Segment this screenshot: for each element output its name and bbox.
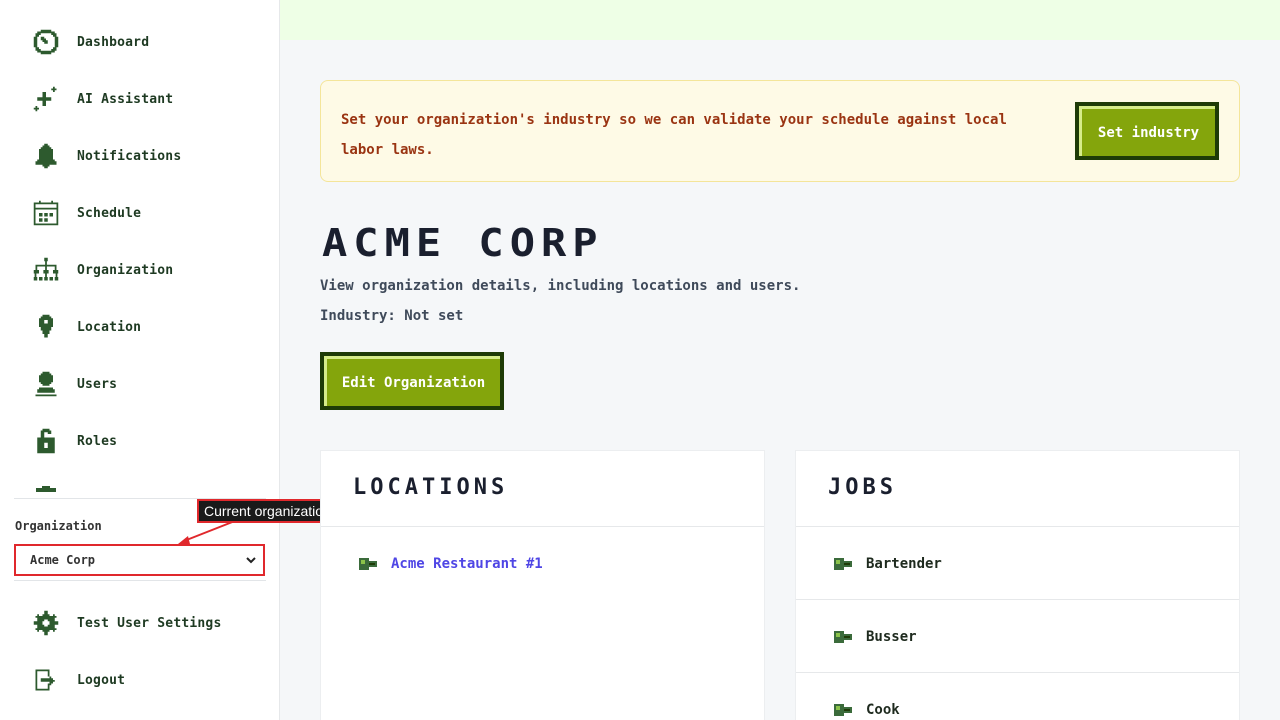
job-label: Bartender bbox=[866, 555, 942, 572]
bell-icon bbox=[30, 140, 62, 172]
gear-icon bbox=[30, 607, 62, 639]
jobs-card: JOBS Bartender Busser Cook bbox=[795, 450, 1240, 720]
location-link[interactable]: Acme Restaurant #1 bbox=[391, 556, 543, 572]
sidebar-item-label: Test User Settings bbox=[77, 615, 222, 631]
page-description: View organization details, including loc… bbox=[320, 278, 801, 294]
sidebar-item-label: Organization bbox=[77, 262, 174, 278]
sidebar-item-organization[interactable]: Organization bbox=[30, 250, 173, 290]
set-industry-button-label: Set industry bbox=[1079, 106, 1215, 156]
banner-message: Set your organization's industry so we c… bbox=[341, 112, 1007, 158]
sidebar-item-users[interactable]: Users bbox=[30, 364, 117, 404]
edit-organization-button[interactable]: Edit Organization bbox=[320, 352, 504, 410]
sidebar-item-test-user-settings[interactable]: Test User Settings bbox=[30, 603, 221, 643]
sidebar-item-label: AI Assistant bbox=[77, 91, 174, 107]
job-row[interactable]: Cook bbox=[796, 673, 1239, 720]
sidebar-item-notifications[interactable]: Notifications bbox=[30, 136, 181, 176]
locations-title: LOCATIONS bbox=[353, 475, 509, 500]
user-icon bbox=[30, 368, 62, 400]
sidebar: Dashboard AI Assistant Notifications Sch… bbox=[0, 0, 280, 720]
calendar-icon bbox=[30, 197, 62, 229]
organization-select-value: Acme Corp bbox=[30, 553, 96, 567]
sidebar-overflow-item[interactable] bbox=[34, 486, 58, 498]
industry-value: Industry: Not set bbox=[320, 308, 464, 324]
sidebar-item-label: Location bbox=[77, 319, 142, 335]
sidebar-item-label: Logout bbox=[77, 672, 126, 688]
annotation-label: Current organization bbox=[197, 499, 338, 523]
jobs-title: JOBS bbox=[828, 475, 897, 500]
sidebar-item-label: Notifications bbox=[77, 148, 182, 164]
job-icon bbox=[834, 630, 852, 643]
sidebar-item-roles[interactable]: Roles bbox=[30, 421, 117, 461]
job-label: Busser bbox=[866, 628, 917, 645]
location-icon bbox=[359, 557, 377, 570]
sidebar-item-label: Schedule bbox=[77, 205, 142, 221]
industry-warning-banner: Set your organization's industry so we c… bbox=[320, 80, 1240, 182]
organization-select[interactable]: Acme Corp bbox=[14, 544, 265, 576]
lock-icon bbox=[30, 425, 62, 457]
sidebar-item-location[interactable]: Location bbox=[30, 307, 141, 347]
dashboard-icon bbox=[30, 26, 62, 58]
job-row[interactable]: Busser bbox=[796, 600, 1239, 673]
job-icon bbox=[834, 557, 852, 570]
sidebar-item-schedule[interactable]: Schedule bbox=[30, 193, 141, 233]
sidebar-item-ai-assistant[interactable]: AI Assistant bbox=[30, 79, 173, 119]
top-bar bbox=[280, 0, 1280, 40]
chevron-down-icon bbox=[246, 557, 256, 564]
set-industry-button[interactable]: Set industry bbox=[1075, 102, 1219, 160]
divider bbox=[14, 580, 266, 581]
location-row[interactable]: Acme Restaurant #1 bbox=[321, 527, 764, 600]
sidebar-item-label: Dashboard bbox=[77, 34, 150, 50]
job-icon bbox=[834, 703, 852, 716]
organization-label: Organization bbox=[15, 519, 102, 533]
sparkle-icon bbox=[30, 83, 62, 115]
sidebar-item-dashboard[interactable]: Dashboard bbox=[30, 22, 149, 62]
logout-icon bbox=[30, 664, 62, 696]
sidebar-item-logout[interactable]: Logout bbox=[30, 660, 125, 700]
map-pin-icon bbox=[30, 311, 62, 343]
locations-card: LOCATIONS Acme Restaurant #1 bbox=[320, 450, 765, 720]
org-chart-icon bbox=[30, 254, 62, 286]
edit-organization-button-label: Edit Organization bbox=[324, 356, 500, 406]
job-row[interactable]: Bartender bbox=[796, 527, 1239, 600]
page-title: ACME CORP bbox=[322, 219, 604, 266]
sidebar-item-label: Roles bbox=[77, 433, 118, 449]
job-label: Cook bbox=[866, 701, 900, 718]
sidebar-item-label: Users bbox=[77, 376, 118, 392]
